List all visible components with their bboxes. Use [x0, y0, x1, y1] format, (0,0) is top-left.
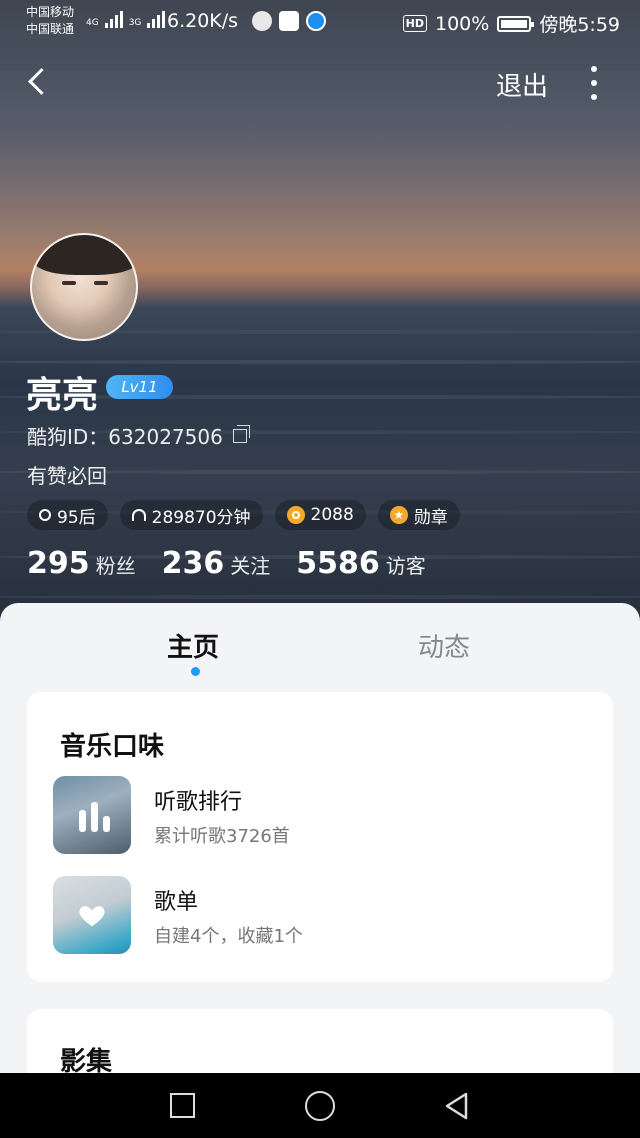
ranking-subtitle: 累计听歌3726首 [154, 826, 290, 847]
music-taste-title: 音乐口味 [60, 732, 165, 762]
fans-count: 295 [27, 546, 90, 581]
ranking-title: 听歌排行 [154, 790, 243, 815]
system-nav-bar [0, 1073, 640, 1138]
profile-tags: 95后 289870分钟 2088 ★ 勋章 [27, 500, 460, 530]
bar-chart-icon [79, 802, 110, 832]
network-type-1: 4G [86, 18, 99, 28]
hd-icon: HD [402, 15, 427, 32]
signal-icon [104, 10, 123, 28]
following-label: 关注 [230, 554, 271, 578]
signal-icons: 4G 3G [86, 10, 166, 28]
more-options-icon[interactable] [584, 66, 604, 100]
battery-icon [497, 15, 535, 32]
ranking-cover [53, 776, 131, 854]
network-type-2: 3G [128, 18, 142, 28]
visitors-count: 5586 [296, 546, 380, 581]
playlist-subtitle: 自建4个，收藏1个 [154, 926, 303, 947]
search-icon [39, 509, 51, 521]
back-arrow-icon[interactable] [22, 62, 62, 102]
heart-icon [79, 906, 105, 927]
home-button[interactable] [305, 1091, 335, 1121]
tab-home[interactable]: 主页 [167, 627, 219, 664]
listen-time-chip[interactable]: 289870分钟 [119, 500, 263, 530]
list-item-playlist[interactable]: 歌单 自建4个，收藏1个 [53, 876, 593, 956]
medal-label: 勋章 [413, 507, 448, 528]
age-label: 95后 [57, 507, 96, 528]
list-item-ranking[interactable]: 听歌排行 累计听歌3726首 [53, 776, 593, 856]
exit-button[interactable]: 退出 [496, 66, 548, 103]
carrier-info: 中国移动 中国联通 [26, 4, 74, 38]
signal-icon [147, 10, 166, 28]
music-taste-card: 音乐口味 听歌排行 累计听歌3726首 歌单 自建4个，收藏1个 [27, 692, 613, 982]
content-sheet: 主页 动态 音乐口味 听歌排行 累计听歌3726首 歌单 自建4个，收藏1个 影… [0, 603, 640, 1089]
notification-app-icon [279, 11, 299, 31]
medal-chip[interactable]: ★ 勋章 [377, 500, 460, 530]
status-time: 傍晚5:59 [539, 14, 620, 36]
user-bio: 有赞必回 [27, 464, 107, 488]
recent-apps-button[interactable] [170, 1093, 195, 1118]
kugou-app-icon [306, 11, 326, 31]
coins-label: 2088 [310, 505, 354, 525]
carrier-1: 中国移动 [26, 5, 75, 19]
following-count: 236 [161, 546, 225, 581]
medal-icon: ★ [389, 506, 408, 524]
kugou-id: 酷狗ID：632027506 [27, 425, 223, 449]
status-right: HD 100% 傍晚5:59 [402, 10, 620, 37]
listen-time-label: 289870分钟 [151, 507, 251, 528]
play-app-icon [252, 11, 272, 31]
back-triangle-icon[interactable] [442, 1091, 472, 1121]
active-tab-indicator [191, 667, 200, 676]
coin-icon [286, 506, 305, 524]
status-bar: 中国移动 中国联通 4G 3G 6.20K/s HD 100% 傍晚5:59 [0, 0, 640, 44]
battery-percent: 100% [435, 12, 490, 35]
avatar[interactable] [30, 233, 138, 341]
headphones-icon [131, 509, 146, 521]
age-chip[interactable]: 95后 [27, 500, 108, 530]
carrier-2: 中国联通 [26, 22, 75, 36]
playlist-cover [53, 876, 131, 954]
profile-stats: 295 粉丝 236 关注 5586 访客 [27, 546, 426, 581]
copy-icon[interactable] [232, 424, 250, 443]
playlist-title: 歌单 [154, 890, 199, 915]
fans-stat[interactable]: 295 粉丝 [27, 546, 136, 581]
user-name: 亮亮 [26, 375, 99, 416]
fans-label: 粉丝 [95, 554, 136, 578]
tab-feed[interactable]: 动态 [418, 627, 470, 664]
visitors-label: 访客 [385, 554, 426, 578]
network-speed: 6.20K/s [167, 10, 239, 32]
kugou-id-row: 酷狗ID：632027506 [27, 421, 250, 450]
following-stat[interactable]: 236 关注 [162, 546, 271, 581]
coins-chip[interactable]: 2088 [274, 500, 366, 530]
level-badge[interactable]: Lv11 [106, 375, 173, 399]
visitors-stat[interactable]: 5586 访客 [296, 546, 426, 581]
